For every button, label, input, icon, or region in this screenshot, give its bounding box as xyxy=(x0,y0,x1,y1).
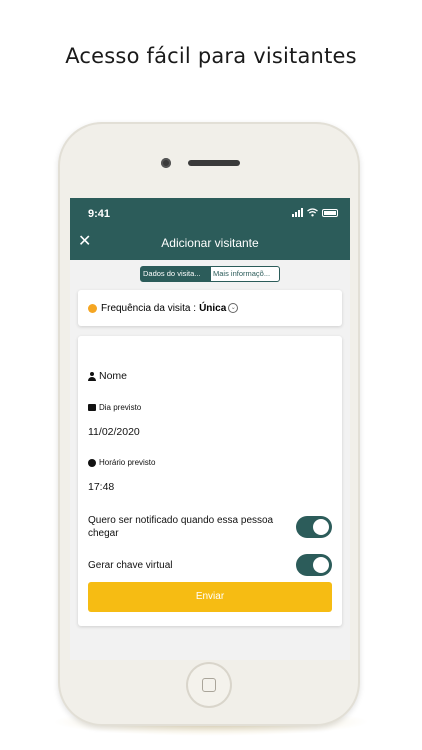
home-button[interactable] xyxy=(186,662,232,708)
speaker-grille xyxy=(188,160,240,166)
tab-bar: Dados do visita... Mais informaçõ... xyxy=(70,260,350,288)
time-input[interactable]: 17:48 xyxy=(88,481,114,493)
tab-visitor-data[interactable]: Dados do visita... xyxy=(140,266,210,282)
status-icons xyxy=(292,208,338,217)
phone-frame: 9:41 ✕ Adicionar visitante Dados do visi… xyxy=(58,122,360,726)
person-icon xyxy=(88,371,96,381)
calendar-icon xyxy=(88,404,96,411)
battery-icon xyxy=(322,208,338,217)
signal-icon xyxy=(292,208,303,217)
wifi-icon xyxy=(307,208,318,217)
virtual-key-toggle[interactable] xyxy=(296,554,332,576)
frequency-label: Frequência da visita : xyxy=(101,302,197,314)
app-screen: 9:41 ✕ Adicionar visitante Dados do visi… xyxy=(70,198,350,660)
home-square-icon xyxy=(202,678,216,692)
status-dot-icon xyxy=(88,303,97,313)
notify-toggle[interactable] xyxy=(296,516,332,538)
chevron-down-icon[interactable]: ⌄ xyxy=(228,303,239,313)
frequency-selector[interactable]: Frequência da visita : Única ⌄ xyxy=(78,290,342,326)
tab-more-info[interactable]: Mais informaçõ... xyxy=(210,266,280,282)
camera-icon xyxy=(161,158,171,168)
submit-button[interactable]: Enviar xyxy=(88,582,332,612)
date-label: Dia previsto xyxy=(99,403,142,412)
clock-icon xyxy=(88,458,96,467)
date-input[interactable]: 11/02/2020 xyxy=(88,426,140,438)
notify-label: Quero ser notificado quando essa pessoa … xyxy=(88,515,274,539)
notify-row: Quero ser notificado quando essa pessoa … xyxy=(88,514,332,540)
promo-headline: Acesso fácil para visitantes xyxy=(65,44,357,68)
name-label: Nome xyxy=(99,370,128,382)
status-time: 9:41 xyxy=(88,208,111,220)
virtual-key-row: Gerar chave virtual xyxy=(88,554,332,576)
visitor-form: Nome Dia previsto 11/02/2020 Horário pre… xyxy=(78,336,342,626)
time-label: Horário previsto xyxy=(99,458,156,467)
virtual-key-label: Gerar chave virtual xyxy=(88,559,173,571)
date-label-row: Dia previsto xyxy=(88,403,141,412)
page-title: Adicionar visitante xyxy=(161,236,259,250)
time-label-row: Horário previsto xyxy=(88,458,155,467)
name-field[interactable]: Nome xyxy=(88,370,127,382)
app-header: 9:41 ✕ Adicionar visitante xyxy=(70,198,350,260)
frequency-value: Única xyxy=(199,302,227,314)
